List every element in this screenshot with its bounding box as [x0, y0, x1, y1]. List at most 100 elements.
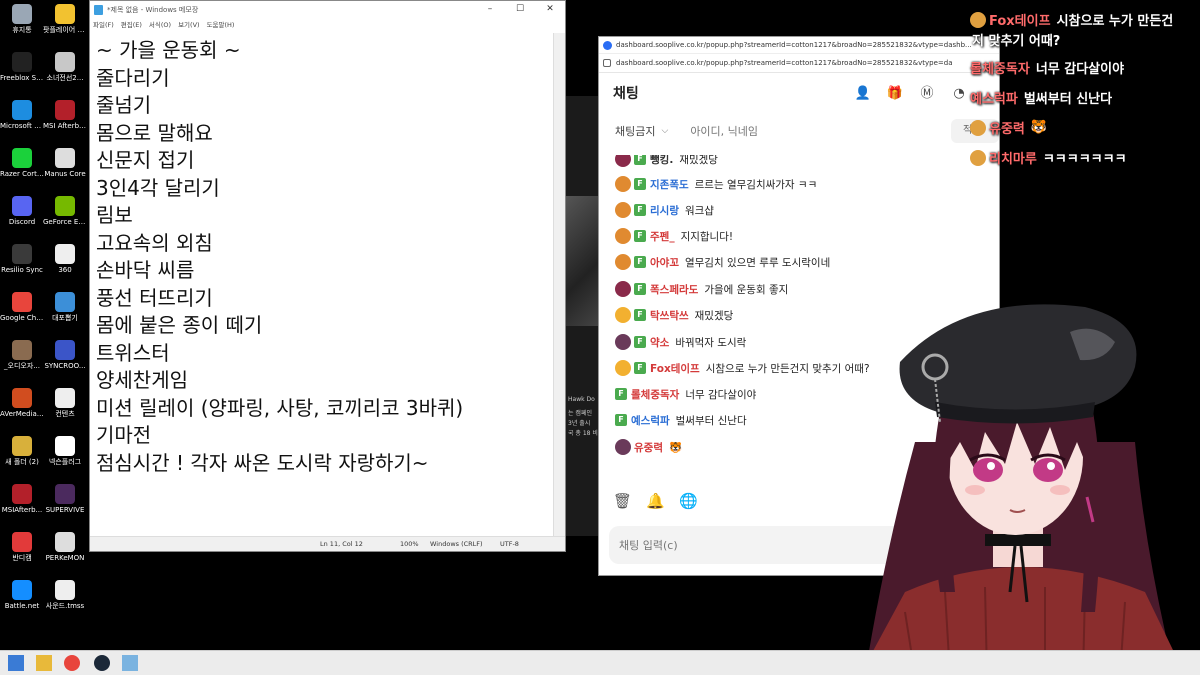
trash-icon[interactable]: 🗑: [613, 492, 632, 510]
desktop-shortcut[interactable]: Microsoft Edge: [0, 100, 44, 130]
desktop-shortcut[interactable]: PERKeMON: [43, 532, 87, 562]
gift-icon[interactable]: 🎁: [885, 85, 905, 103]
notepad-text-area[interactable]: ~ 가을 운동회 ~ 줄다리기 줄넘기 몸으로 말해요 신문지 접기 3인4각 달리기 림보…: [90, 33, 553, 537]
desktop-shortcut[interactable]: Google Chrome: [0, 292, 44, 322]
start-icon[interactable]: [8, 655, 24, 671]
chat-nickname[interactable]: Fox테이프: [650, 361, 700, 376]
chat-nickname[interactable]: 유중력: [634, 440, 663, 455]
user-avatar[interactable]: [615, 334, 631, 350]
notepad-titlebar[interactable]: *제목 없음 - Windows 메모장 – ☐ ✕: [90, 1, 565, 18]
menu-edit[interactable]: 편집(E): [121, 19, 142, 29]
desktop-shortcut[interactable]: 넥슨플러그: [43, 436, 87, 466]
desktop-shortcut[interactable]: 360: [43, 244, 87, 274]
fan-badge-icon: F: [634, 283, 646, 295]
desktop-shortcut[interactable]: 팟플레이어 64 비트: [43, 4, 87, 34]
globe-icon[interactable]: 🌐: [679, 492, 698, 510]
app-icon: [55, 340, 75, 360]
chat-message[interactable]: F Fox테이프 시참으로 누가 만든건지 맞추기 어때?: [615, 358, 870, 378]
user-avatar[interactable]: [615, 176, 631, 192]
user-avatar[interactable]: [615, 360, 631, 376]
menu-help[interactable]: 도움말(H): [207, 19, 235, 29]
chat-message[interactable]: F 약소 바꿔먹자 도시락: [615, 332, 746, 352]
chat-message[interactable]: F 지존폭도 르르는 열무김치싸가자 ㅋㅋ: [615, 174, 817, 194]
chat-nickname[interactable]: 주펜_: [650, 229, 675, 244]
chat-nickname[interactable]: 아야꼬: [650, 255, 679, 270]
chat-nickname[interactable]: 탁쓰탁쓰: [650, 308, 689, 323]
chat-message[interactable]: F 롤체중독자 너무 감다살이야: [615, 384, 756, 404]
notepad-scrollbar[interactable]: [553, 33, 565, 537]
minimize-icon[interactable]: –: [475, 1, 505, 18]
menu-view[interactable]: 보기(V): [178, 19, 199, 29]
chat-message[interactable]: F 폭스페라도 가을에 운동회 좋지: [615, 279, 788, 299]
chat-message[interactable]: F 아야꼬 열무김치 있으면 루루 도시락이네: [615, 252, 830, 272]
desktop-shortcut[interactable]: Razer Cortex: [0, 148, 44, 178]
ban-mode-select[interactable]: 채팅금지 ⌵: [615, 123, 668, 139]
desktop-shortcut[interactable]: Manus Core: [43, 148, 87, 178]
shortcut-label: 360: [58, 266, 72, 274]
chat-nickname[interactable]: 롤체중독자: [631, 387, 679, 402]
chat-text: 🐯: [668, 441, 683, 454]
chat-message[interactable]: F 리시랑 워크샵: [615, 200, 714, 220]
file-explorer-icon[interactable]: [36, 655, 52, 671]
desktop-shortcut[interactable]: Freeblox Site: [0, 52, 44, 82]
user-avatar[interactable]: [615, 155, 631, 167]
steam-icon[interactable]: [94, 655, 110, 671]
desktop-shortcut[interactable]: Discord: [0, 196, 44, 226]
chat-message[interactable]: F 예스럭파 벌써부터 신난다: [615, 410, 747, 430]
desktop-shortcut[interactable]: 대포뽑기: [43, 292, 87, 322]
notepad-window[interactable]: *제목 없음 - Windows 메모장 – ☐ ✕ 파일(F) 편집(E) 서…: [89, 0, 566, 552]
maximize-icon[interactable]: ☐: [505, 1, 535, 18]
chat-message[interactable]: 유중력 🐯: [615, 437, 682, 457]
bell-icon[interactable]: 🔔: [646, 492, 665, 510]
chat-message[interactable]: F 뺑킹. 재밌겠당: [615, 155, 718, 169]
chat-nickname[interactable]: 리시랑: [650, 203, 679, 218]
shortcut-label: Freeblox Site: [0, 74, 44, 82]
chat-titlebar[interactable]: dashboard.sooplive.co.kr/popup.php?strea…: [599, 37, 999, 54]
menu-format[interactable]: 서식(O): [149, 19, 171, 29]
chat-message[interactable]: F 주펜_ 지지합니다!: [615, 226, 733, 246]
desktop-shortcut[interactable]: 소녀전선2...: [43, 52, 87, 82]
desktop-shortcut[interactable]: 컨텐츠: [43, 388, 87, 418]
desktop-shortcut[interactable]: 반디캠: [0, 532, 44, 562]
user-search-input[interactable]: [688, 123, 933, 139]
chat-nickname[interactable]: 폭스페라도: [650, 282, 698, 297]
mission-icon[interactable]: Ⓜ: [917, 85, 937, 103]
notepad-taskbar-icon[interactable]: [122, 655, 138, 671]
shortcut-label: Manus Core: [44, 170, 86, 178]
shortcut-label: 넥슨플러그: [48, 458, 82, 466]
chrome-icon[interactable]: [64, 655, 80, 671]
user-avatar[interactable]: [615, 439, 631, 455]
desktop-shortcut[interactable]: Resilio Sync: [0, 244, 44, 274]
desktop-shortcut[interactable]: Battle.net: [0, 580, 44, 610]
menu-file[interactable]: 파일(F): [93, 19, 114, 29]
desktop-shortcut[interactable]: GeForce Experience: [43, 196, 87, 226]
desktop-shortcut[interactable]: MSI Afterburner: [43, 100, 87, 130]
desktop-shortcut[interactable]: _오디오자...: [0, 340, 44, 370]
desktop-shortcut[interactable]: 휴지통: [0, 4, 44, 34]
user-avatar[interactable]: [615, 254, 631, 270]
shortcut-label: Google Chrome: [0, 314, 44, 322]
chat-nickname[interactable]: 지존폭도: [650, 177, 689, 192]
user-avatar[interactable]: [615, 281, 631, 297]
user-avatar[interactable]: [615, 202, 631, 218]
desktop-shortcut[interactable]: AVerMedia RECentral 4: [0, 388, 44, 418]
close-icon[interactable]: ✕: [535, 1, 565, 18]
fan-badge-icon: F: [634, 362, 646, 374]
chat-text: 재밌겠당: [679, 155, 718, 166]
url-bar[interactable]: dashboard.sooplive.co.kr/popup.php?strea…: [599, 54, 999, 73]
chat-message[interactable]: F 탁쓰탁쓰 재밌겠당: [615, 305, 733, 325]
chat-nickname[interactable]: 예스럭파: [631, 413, 670, 428]
site-info-icon[interactable]: [603, 59, 611, 67]
chat-nickname[interactable]: 뺑킹.: [650, 155, 673, 167]
shortcut-label: SUPERVIVE: [45, 506, 85, 514]
desktop-shortcut[interactable]: 사운드.tmss: [43, 580, 87, 610]
desktop-shortcut[interactable]: SUPERVIVE: [43, 484, 87, 514]
chat-settings-icon[interactable]: ◔: [949, 85, 969, 103]
users-icon[interactable]: 👤: [853, 85, 873, 103]
user-avatar[interactable]: [615, 228, 631, 244]
desktop-shortcut[interactable]: SYNCROO...: [43, 340, 87, 370]
desktop-shortcut[interactable]: MSIAfterb...: [0, 484, 44, 514]
chat-nickname[interactable]: 약소: [650, 335, 669, 350]
user-avatar[interactable]: [615, 307, 631, 323]
desktop-shortcut[interactable]: 새 폴더 (2): [0, 436, 44, 466]
